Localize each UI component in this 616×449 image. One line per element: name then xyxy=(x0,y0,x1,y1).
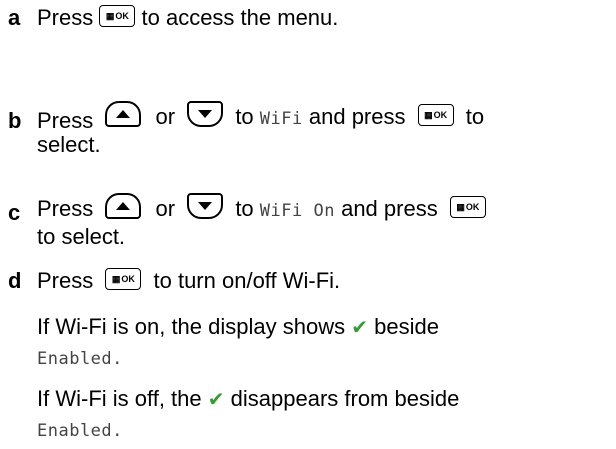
note-line: Enabled. xyxy=(37,344,123,372)
display-text-enabled: Enabled. xyxy=(37,421,123,441)
text: and press xyxy=(308,104,406,129)
menu-ok-key-icon: ▦ OK xyxy=(105,268,142,291)
text: to turn on/off Wi-Fi. xyxy=(153,268,341,293)
up-arrow-key-icon xyxy=(105,193,142,220)
text: If Wi-Fi is off, the xyxy=(37,386,202,411)
text: and press xyxy=(341,196,438,221)
step-line: Press or to WiFi and press ▦OK to xyxy=(37,101,485,132)
text: or xyxy=(155,104,176,129)
text: beside xyxy=(374,314,439,339)
menu-ok-key-icon: ▦ OK xyxy=(417,104,454,127)
step-letter: a xyxy=(8,5,21,30)
step-line: Press ▦ OK to access the menu. xyxy=(37,5,338,31)
text: to xyxy=(235,104,254,129)
text: If Wi-Fi is on, the display shows xyxy=(37,314,346,339)
display-text-enabled: Enabled. xyxy=(37,349,123,369)
display-text-wifi: WiFi xyxy=(259,109,303,129)
display-text-wifi-on: WiFi On xyxy=(259,201,335,221)
step-line: Press or to WiFi On and press ▦ OK xyxy=(37,193,486,224)
text: select. xyxy=(37,132,101,157)
note-line: If Wi-Fi is off, the ✔ disappears from b… xyxy=(37,386,459,413)
text: to xyxy=(465,104,485,129)
down-arrow-key-icon xyxy=(187,101,224,128)
step-line: to select. xyxy=(37,224,125,250)
text: to select. xyxy=(37,224,126,249)
note-line: Enabled. xyxy=(37,416,123,444)
step-letter: b xyxy=(8,108,22,133)
step-line: Press ▦ OK to turn on/off Wi-Fi. xyxy=(37,268,340,294)
text: Press xyxy=(37,5,94,30)
check-icon: ✔ xyxy=(207,389,225,411)
check-icon: ✔ xyxy=(351,317,368,339)
up-arrow-key-icon xyxy=(105,101,142,128)
text: to access the menu. xyxy=(141,5,339,30)
menu-ok-key-icon: ▦ OK xyxy=(449,196,486,219)
text: disappears from beside xyxy=(230,386,460,411)
step-letter: c xyxy=(8,200,21,225)
menu-ok-key-icon: ▦ OK xyxy=(99,5,136,28)
text: or xyxy=(155,196,176,221)
note-line: If Wi-Fi is on, the display shows ✔ besi… xyxy=(37,314,439,341)
step-letter: d xyxy=(8,268,22,293)
text: Press xyxy=(37,196,94,221)
down-arrow-key-icon xyxy=(187,193,224,220)
step-line: select. xyxy=(37,132,101,158)
text: to xyxy=(235,196,254,221)
text: Press xyxy=(37,268,94,293)
